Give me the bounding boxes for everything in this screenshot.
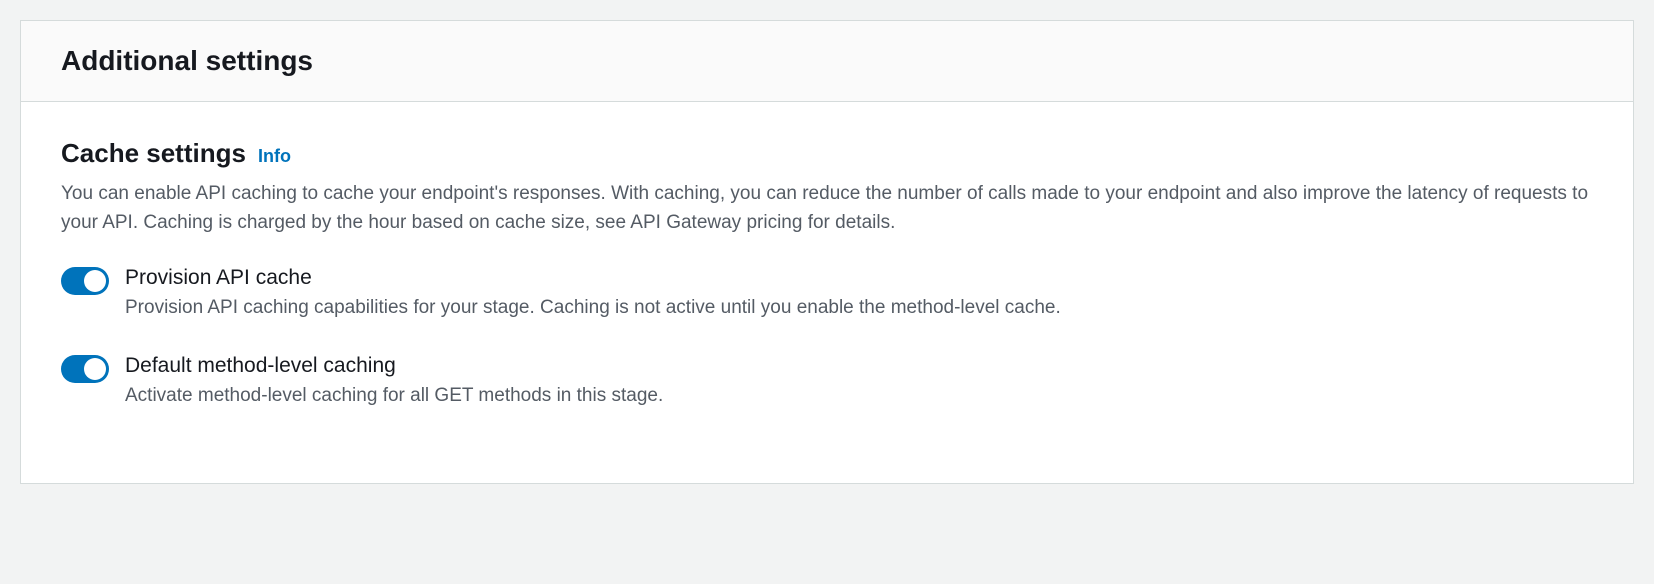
panel-header: Additional settings — [21, 21, 1633, 102]
provision-api-cache-toggle[interactable] — [61, 267, 109, 295]
provision-api-cache-content: Provision API cache Provision API cachin… — [125, 266, 1593, 323]
info-link[interactable]: Info — [258, 146, 291, 167]
provision-api-cache-row: Provision API cache Provision API cachin… — [61, 266, 1593, 323]
cache-settings-title: Cache settings — [61, 138, 246, 169]
default-method-caching-label: Default method-level caching — [125, 354, 1593, 378]
cache-settings-heading-row: Cache settings Info — [61, 138, 1593, 169]
default-method-caching-toggle[interactable] — [61, 355, 109, 383]
default-method-caching-content: Default method-level caching Activate me… — [125, 354, 1593, 411]
default-method-caching-description: Activate method-level caching for all GE… — [125, 382, 1593, 411]
panel-title: Additional settings — [61, 45, 1593, 77]
default-method-caching-row: Default method-level caching Activate me… — [61, 354, 1593, 411]
provision-api-cache-label: Provision API cache — [125, 266, 1593, 290]
additional-settings-panel: Additional settings Cache settings Info … — [20, 20, 1634, 484]
toggle-knob-icon — [84, 358, 106, 380]
panel-body: Cache settings Info You can enable API c… — [21, 102, 1633, 483]
toggle-knob-icon — [84, 270, 106, 292]
provision-api-cache-description: Provision API caching capabilities for y… — [125, 294, 1593, 323]
cache-settings-description: You can enable API caching to cache your… — [61, 179, 1593, 238]
